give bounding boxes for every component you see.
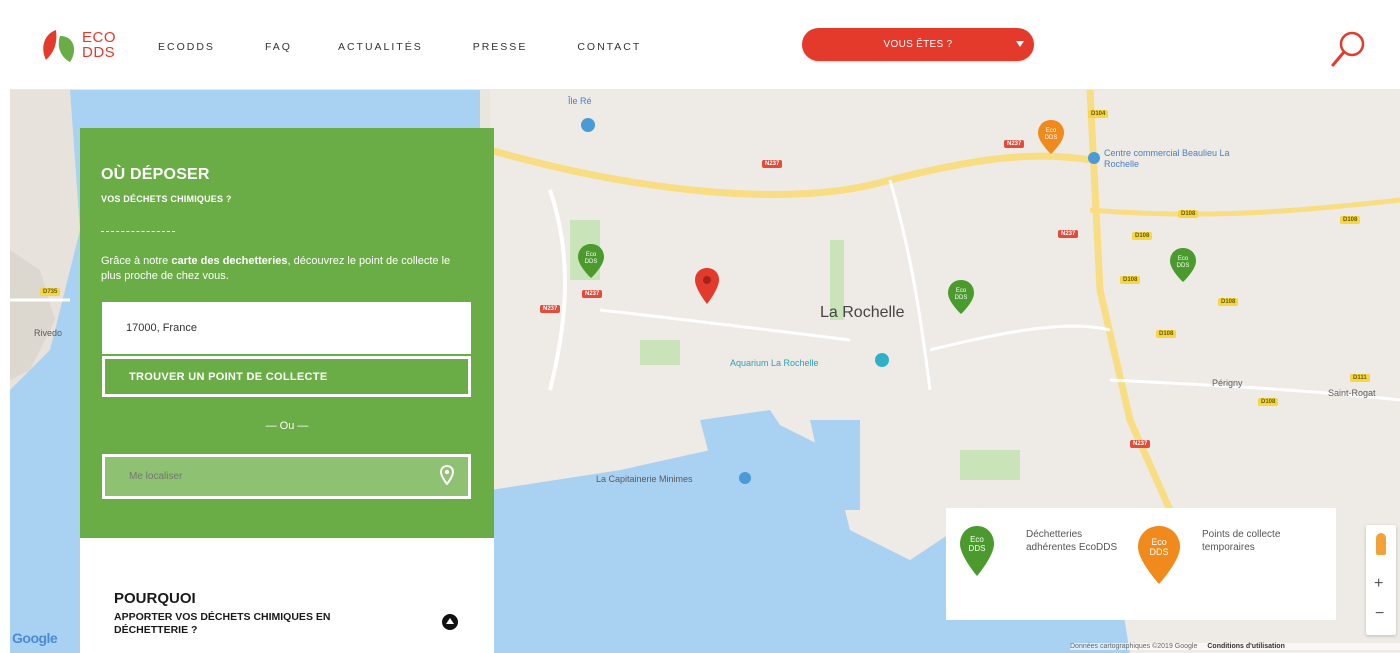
svg-text:Eco: Eco <box>586 252 597 258</box>
why-title: POURQUOI <box>114 590 196 607</box>
road-badge: N237 <box>1058 230 1079 238</box>
svg-text:DDS: DDS <box>969 544 986 553</box>
road-badge: D108 <box>1340 216 1361 224</box>
nav-faq[interactable]: FAQ <box>265 41 292 53</box>
saint-rogatien-label: Saint-Rogat <box>1328 388 1376 398</box>
panel-subtitle: VOS DÉCHETS CHIMIQUES ? <box>101 194 232 204</box>
why-section: POURQUOI APPORTER VOS DÉCHETS CHIMIQUES … <box>80 538 494 653</box>
nav-ecodds[interactable]: ECODDS <box>158 41 215 53</box>
green-marker-icon: Eco DDS <box>960 526 994 576</box>
road-badge: D108 <box>1132 232 1153 240</box>
map-attribution: Données cartographiques ©2019 Google Cond… <box>1070 643 1400 650</box>
road-badge: N237 <box>1004 140 1025 148</box>
nav-actualites[interactable]: ACTUALITÉS <box>338 41 423 53</box>
logo-mark-icon <box>43 30 75 62</box>
orange-marker-icon: Eco DDS <box>1138 526 1180 584</box>
svg-text:DDS: DDS <box>1149 547 1168 557</box>
legend-green-label: Déchetteries adhérentes EcoDDS <box>1026 529 1118 553</box>
commercial-label: Centre commercial Beaulieu La Rochelle <box>1104 148 1230 169</box>
or-separator: — Ou — <box>265 420 309 432</box>
svg-text:Eco: Eco <box>1178 256 1189 262</box>
road-badge: D108 <box>1120 276 1141 284</box>
logo-text: ECO DDS <box>82 29 117 61</box>
main-nav: ECODDS FAQ ACTUALITÉS PRESSE CONTACT <box>158 41 691 53</box>
zoom-in-button[interactable]: + <box>1374 575 1383 593</box>
road-badge: N237 <box>762 160 783 168</box>
dechetteries-map-link[interactable]: carte des dechetteries <box>171 255 287 267</box>
minimes-label: La Capitainerie Minimes <box>596 474 693 484</box>
road-badge: D735 <box>40 288 61 296</box>
svg-text:DDS: DDS <box>585 259 598 265</box>
ecodds-logo[interactable]: ECO DDS <box>38 24 128 70</box>
address-input[interactable] <box>102 302 471 354</box>
road-badge: N237 <box>1130 440 1151 448</box>
road-badge: D108 <box>1156 330 1177 338</box>
google-logo: Google <box>12 630 58 646</box>
road-badge: D108 <box>1178 210 1199 218</box>
map-controls: + − <box>1366 525 1396 635</box>
nav-presse[interactable]: PRESSE <box>473 41 528 53</box>
why-subtitle: APPORTER VOS DÉCHETS CHIMIQUES EN DÉCHET… <box>114 611 331 636</box>
road-badge: D111 <box>1350 374 1370 382</box>
svg-text:Eco: Eco <box>956 288 967 294</box>
site-header: ECO DDS ECODDS FAQ ACTUALITÉS PRESSE CON… <box>10 0 1400 90</box>
aquarium-label: Aquarium La Rochelle <box>730 358 819 368</box>
road-badge: D108 <box>1218 298 1239 306</box>
panel-intro: Grâce à notre carte des dechetteries, dé… <box>101 255 451 282</box>
svg-text:Eco: Eco <box>970 535 984 544</box>
vous-etes-label: VOUS ÊTES ? <box>883 39 953 50</box>
find-collection-point-button[interactable]: TROUVER UN POINT DE COLLECTE <box>102 356 471 397</box>
caret-down-icon <box>1016 41 1024 47</box>
svg-text:Eco: Eco <box>1046 128 1057 134</box>
location-pin-icon[interactable] <box>440 465 454 485</box>
search-icon[interactable] <box>1328 28 1368 70</box>
locate-me-input[interactable] <box>102 454 471 499</box>
ile-re-label: Île Ré <box>568 96 592 106</box>
map-legend: Eco DDS Déchetteries adhérentes EcoDDS E… <box>946 508 1336 620</box>
svg-text:DDS: DDS <box>1045 135 1058 141</box>
road-badge: N237 <box>582 290 603 298</box>
city-label: La Rochelle <box>820 304 905 321</box>
chevron-up-icon[interactable] <box>442 614 458 630</box>
legend-orange-label: Points de collecte temporaires <box>1202 529 1281 553</box>
search-panel: OÙ DÉPOSER VOS DÉCHETS CHIMIQUES ? Grâce… <box>80 128 494 538</box>
vous-etes-dropdown[interactable]: VOUS ÊTES ? <box>802 28 1034 61</box>
road-badge: N237 <box>540 305 561 313</box>
svg-text:DDS: DDS <box>955 295 968 301</box>
svg-text:Eco: Eco <box>1151 537 1167 547</box>
perigny-label: Périgny <box>1212 378 1243 388</box>
nav-contact[interactable]: CONTACT <box>577 41 641 53</box>
road-badge: D104 <box>1088 110 1109 118</box>
panel-title: OÙ DÉPOSER <box>101 166 210 183</box>
panel-divider <box>101 231 175 232</box>
rivedoux-label: Rivedo <box>34 328 63 338</box>
pegman-icon[interactable] <box>1376 533 1386 555</box>
svg-text:DDS: DDS <box>1177 263 1190 269</box>
road-badge: D108 <box>1258 398 1279 406</box>
terms-link[interactable]: Conditions d'utilisation <box>1207 643 1285 650</box>
zoom-out-button[interactable]: − <box>1375 605 1384 623</box>
